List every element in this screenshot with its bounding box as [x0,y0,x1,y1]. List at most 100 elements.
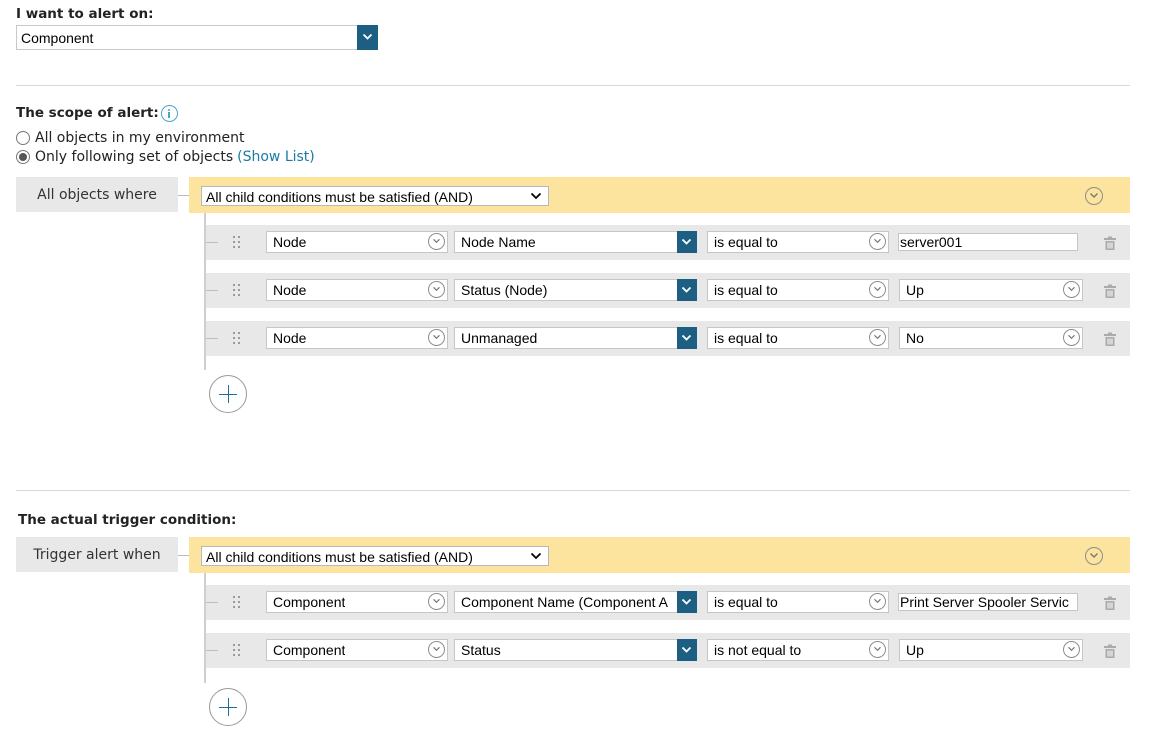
chevron-down-icon [428,641,445,658]
chevron-down-icon[interactable] [677,591,697,613]
chevron-down-icon [869,593,886,610]
scope-option-following-label: Only following set of objects [35,149,234,165]
drag-handle-icon[interactable] [233,236,241,248]
chevron-down-icon [1063,641,1080,658]
chevron-down-icon [428,593,445,610]
scope-condition-row: Node Node Name is equal to server001 [206,225,1130,260]
value-select[interactable]: Up [899,639,1083,661]
trigger-group-operator-select[interactable]: All child conditions must be satisfied (… [201,546,549,566]
chevron-down-icon [869,233,886,250]
object-select[interactable]: Component [266,639,448,661]
object-value: Component [273,642,346,658]
trash-icon[interactable] [1103,644,1117,658]
operator-select[interactable]: is not equal to [707,639,889,661]
drag-handle-icon[interactable] [233,596,241,608]
object-select[interactable]: Node [266,327,448,349]
scope-group-label: All objects where [16,177,178,212]
property-select[interactable]: Status (Node) [454,279,697,301]
operator-value: is equal to [714,282,778,298]
chevron-down-icon [869,281,886,298]
drag-handle-icon[interactable] [233,332,241,344]
info-icon[interactable] [161,105,178,122]
property-value: Status (Node) [461,282,548,298]
object-value: Node [273,234,307,250]
trash-icon[interactable] [1103,332,1117,346]
operator-value: is equal to [714,234,778,250]
collapse-chevron-icon[interactable] [1085,547,1103,565]
object-value: Node [273,282,307,298]
value-select[interactable]: Up [899,279,1083,301]
chevron-down-icon[interactable] [677,279,697,301]
value-text: Up [906,282,924,298]
trigger-group-label: Trigger alert when [16,537,178,572]
scope-condition-row: Node Unmanaged is equal to No [206,321,1130,356]
trigger-label: The actual trigger condition: [18,512,237,528]
trash-icon[interactable] [1103,236,1117,250]
chevron-down-icon[interactable] [677,231,697,253]
operator-select[interactable]: is equal to [707,327,889,349]
scope-option-all-label: All objects in my environment [35,130,245,146]
property-value: Status [461,642,501,658]
chevron-down-icon [1063,281,1080,298]
radio-following-objects[interactable] [16,150,30,164]
scope-label: The scope of alert: [16,105,159,121]
scope-option-all[interactable]: All objects in my environment [16,130,244,146]
value-input[interactable]: server001 [898,233,1078,251]
scope-group-operator-select[interactable]: All child conditions must be satisfied (… [201,186,549,206]
operator-value: is equal to [714,594,778,610]
property-select[interactable]: Component Name (Component A [454,591,697,613]
chevron-down-icon[interactable] [357,25,378,50]
operator-value: is equal to [714,330,778,346]
operator-select[interactable]: is equal to [707,231,889,253]
value-text: Up [906,642,924,658]
value-input[interactable]: Print Server Spooler Servic [898,593,1078,611]
trigger-condition-row: Component Status is not equal to Up [206,633,1130,668]
chevron-down-icon [1063,329,1080,346]
divider [16,490,1130,491]
divider [16,85,1130,86]
chevron-down-icon [530,552,542,560]
property-value: Component Name (Component A [461,594,668,610]
trigger-group-operator-value: All child conditions must be satisfied (… [206,549,473,565]
property-select[interactable]: Status [454,639,697,661]
scope-and-bar: All child conditions must be satisfied (… [189,177,1130,213]
show-list-link[interactable]: (Show List) [237,149,315,165]
alert-on-value: Component [21,30,94,46]
object-select[interactable]: Node [266,231,448,253]
scope-option-following[interactable]: Only following set of objects (Show List… [16,149,315,165]
alert-on-select[interactable]: Component [16,25,378,50]
scope-group-operator-value: All child conditions must be satisfied (… [206,189,473,205]
chevron-down-icon [869,641,886,658]
collapse-chevron-icon[interactable] [1085,187,1103,205]
chevron-down-icon [869,329,886,346]
property-select[interactable]: Unmanaged [454,327,697,349]
chevron-down-icon [428,233,445,250]
trash-icon[interactable] [1103,596,1117,610]
chevron-down-icon [530,192,542,200]
chevron-down-icon [428,281,445,298]
scope-condition-row: Node Status (Node) is equal to Up [206,273,1130,308]
value-text: No [906,330,924,346]
property-select[interactable]: Node Name [454,231,697,253]
chevron-down-icon[interactable] [677,327,697,349]
drag-handle-icon[interactable] [233,644,241,656]
property-value: Node Name [461,234,536,250]
trash-icon[interactable] [1103,284,1117,298]
value-text: Print Server Spooler Servic [900,594,1069,610]
trigger-condition-row: Component Component Name (Component A is… [206,585,1130,620]
object-select[interactable]: Node [266,279,448,301]
alert-on-label: I want to alert on: [16,6,154,22]
object-value: Node [273,330,307,346]
property-value: Unmanaged [461,330,538,346]
chevron-down-icon[interactable] [677,639,697,661]
drag-handle-icon[interactable] [233,284,241,296]
add-condition-button[interactable] [209,688,247,726]
object-select[interactable]: Component [266,591,448,613]
radio-all-objects[interactable] [16,131,30,145]
operator-select[interactable]: is equal to [707,591,889,613]
operator-value: is not equal to [714,642,802,658]
add-condition-button[interactable] [209,375,247,413]
operator-select[interactable]: is equal to [707,279,889,301]
value-select[interactable]: No [899,327,1083,349]
chevron-down-icon [428,329,445,346]
